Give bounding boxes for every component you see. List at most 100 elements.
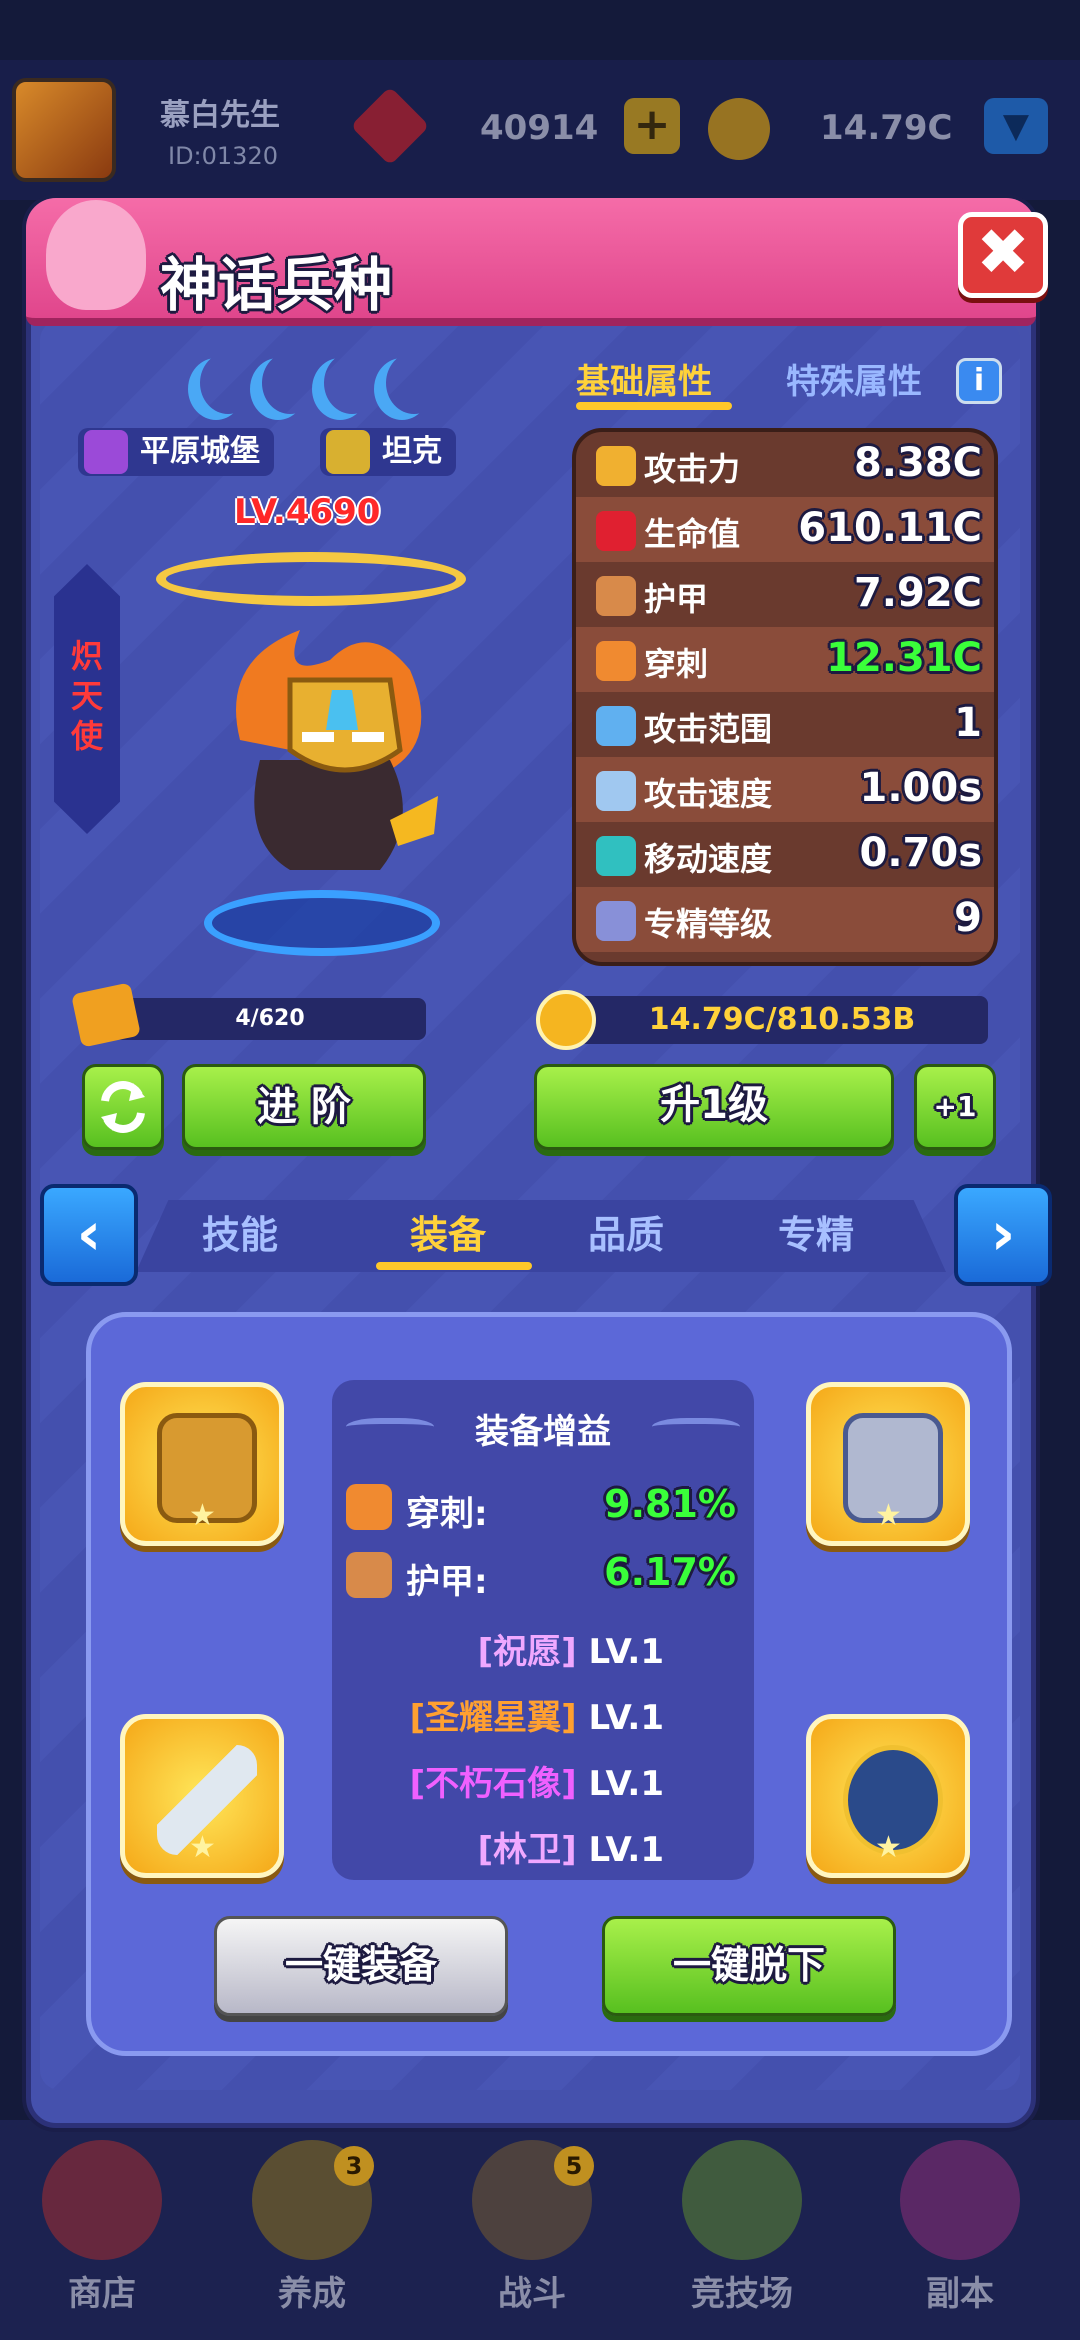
bonus-value: 6.17% (604, 1550, 736, 1594)
tab-mastery[interactable]: 专精 (778, 1204, 854, 1259)
stat-label: 专精等级 (644, 905, 773, 943)
shield-icon (326, 430, 370, 474)
stats-panel: 攻击力 8.38C 生命值 610.11C 护甲 7.92C 穿刺 12.31C… (572, 428, 998, 966)
faction-label: 平原城堡 (140, 434, 260, 469)
shard-progress-text: 4/620 (235, 1006, 305, 1031)
bonus-label: 穿刺: (406, 1494, 488, 1534)
player-avatar[interactable] (12, 78, 116, 182)
swap-button[interactable] (82, 1064, 164, 1150)
stat-label: 穿刺 (644, 645, 709, 683)
close-button[interactable]: ✖ (958, 212, 1048, 298)
nav-badge: 3 (334, 2146, 374, 2186)
shop-icon (42, 2140, 162, 2260)
nav-badge: 5 (554, 2146, 594, 2186)
tab-underline (376, 1262, 532, 1270)
role-tag: 坦克 (320, 428, 456, 476)
hero-portrait (236, 630, 438, 870)
star-icon: ★ (189, 1830, 216, 1865)
nav-training[interactable]: 3 养成 (232, 2140, 392, 2330)
mastery-icon (596, 901, 636, 941)
stat-value: 8.38C (853, 440, 982, 486)
stat-row-attack-range: 攻击范围 1 (576, 692, 994, 757)
swap-icon (101, 1081, 145, 1133)
pierce-icon (596, 641, 636, 681)
range-icon (596, 706, 636, 746)
gem-count: 40914 (480, 108, 599, 148)
stat-label: 攻击范围 (644, 710, 773, 748)
moon-rank-icon (200, 352, 256, 414)
coin-icon (708, 98, 770, 160)
set-name: 不朽石像 (425, 1764, 562, 1804)
swirl-ornament (346, 1418, 434, 1440)
plus-one-button[interactable]: +1 (914, 1064, 996, 1150)
stat-value: 12.31C (826, 635, 982, 681)
nav-label: 商店 (68, 2274, 136, 2314)
stat-value: 610.11C (798, 505, 982, 551)
set-level: LV.1 (588, 1830, 665, 1870)
coin-count: 14.79C (820, 108, 953, 148)
set-name: 林卫 (493, 1830, 562, 1870)
level-up-button[interactable]: 升1级 (534, 1064, 894, 1150)
nav-label: 副本 (926, 2274, 994, 2314)
tab-basic-attributes[interactable]: 基础属性 (576, 354, 712, 403)
coin-cost-text: 14.79C/810.53B (648, 1002, 916, 1037)
info-button[interactable]: i (956, 358, 1002, 404)
dropdown-button[interactable]: ▼ (984, 98, 1048, 154)
equip-slot-weapon[interactable]: ★ (120, 1714, 284, 1878)
equip-slot-helmet[interactable]: ★ (120, 1382, 284, 1546)
set-bonus-line: [不朽石像] LV.1 (409, 1764, 664, 1804)
set-level: LV.1 (588, 1632, 665, 1672)
stat-row-attack-speed: 攻击速度 1.00s (576, 757, 994, 822)
star-icon: ★ (189, 1498, 216, 1533)
moon-rank-icon (262, 352, 318, 414)
tab-equipment[interactable]: 装备 (410, 1204, 486, 1259)
stat-label: 攻击力 (644, 450, 741, 488)
unequip-all-button[interactable]: 一键脱下 (602, 1916, 896, 2016)
boot-icon (596, 836, 636, 876)
dialog-title: 神话兵种 (160, 251, 393, 319)
nav-battle[interactable]: 5 战斗 (452, 2140, 612, 2330)
prev-button[interactable]: ‹ (40, 1184, 138, 1286)
stat-row-mastery: 专精等级 9 (576, 887, 994, 952)
moon-rank-icon (386, 352, 442, 414)
nav-arena[interactable]: 竞技场 (662, 2140, 822, 2330)
stat-value: 7.92C (853, 570, 982, 616)
advance-button[interactable]: 进 阶 (182, 1064, 426, 1150)
stat-label: 攻击速度 (644, 775, 773, 813)
tab-skills[interactable]: 技能 (202, 1204, 278, 1259)
equip-slot-accessory[interactable]: ★ (806, 1714, 970, 1878)
equip-slot-chest[interactable]: ★ (806, 1382, 970, 1546)
armor-icon (596, 576, 636, 616)
stat-value: 0.70s (859, 830, 983, 876)
stat-value: 9 (954, 895, 982, 941)
set-bonus-line: [祝愿] LV.1 (477, 1632, 665, 1672)
bonus-row-pierce: 穿刺: 9.81% (346, 1480, 746, 1536)
equip-all-button[interactable]: 一键装备 (214, 1916, 508, 2016)
set-name: 祝愿 (493, 1632, 562, 1672)
sword-icon (596, 446, 636, 486)
hero-name: 炽天使 (70, 637, 103, 755)
nav-shop[interactable]: 商店 (22, 2140, 182, 2330)
pierce-icon (346, 1484, 392, 1530)
tab-special-attributes[interactable]: 特殊属性 (786, 354, 922, 403)
spartan-helmet-icon (46, 200, 146, 310)
armor-icon (346, 1552, 392, 1598)
stat-value: 1.00s (859, 765, 983, 811)
nav-label: 养成 (278, 2274, 346, 2314)
stat-label: 移动速度 (644, 840, 773, 878)
next-button[interactable]: › (954, 1184, 1052, 1286)
castle-emblem-icon (84, 430, 128, 474)
set-bonus-line: [林卫] LV.1 (477, 1830, 665, 1870)
star-icon: ★ (875, 1498, 902, 1533)
arena-icon (682, 2140, 802, 2260)
nav-dungeon[interactable]: 副本 (880, 2140, 1040, 2330)
add-gems-button[interactable]: + (624, 98, 680, 154)
stat-label: 生命值 (644, 515, 741, 553)
nav-label: 竞技场 (691, 2274, 793, 2314)
attack-speed-icon (596, 771, 636, 811)
nav-label: 战斗 (498, 2274, 566, 2314)
tab-quality[interactable]: 品质 (588, 1204, 664, 1259)
set-bonus-line: [圣耀星翼] LV.1 (409, 1698, 664, 1738)
tab-underline (576, 402, 732, 410)
set-name: 圣耀星翼 (425, 1698, 562, 1738)
